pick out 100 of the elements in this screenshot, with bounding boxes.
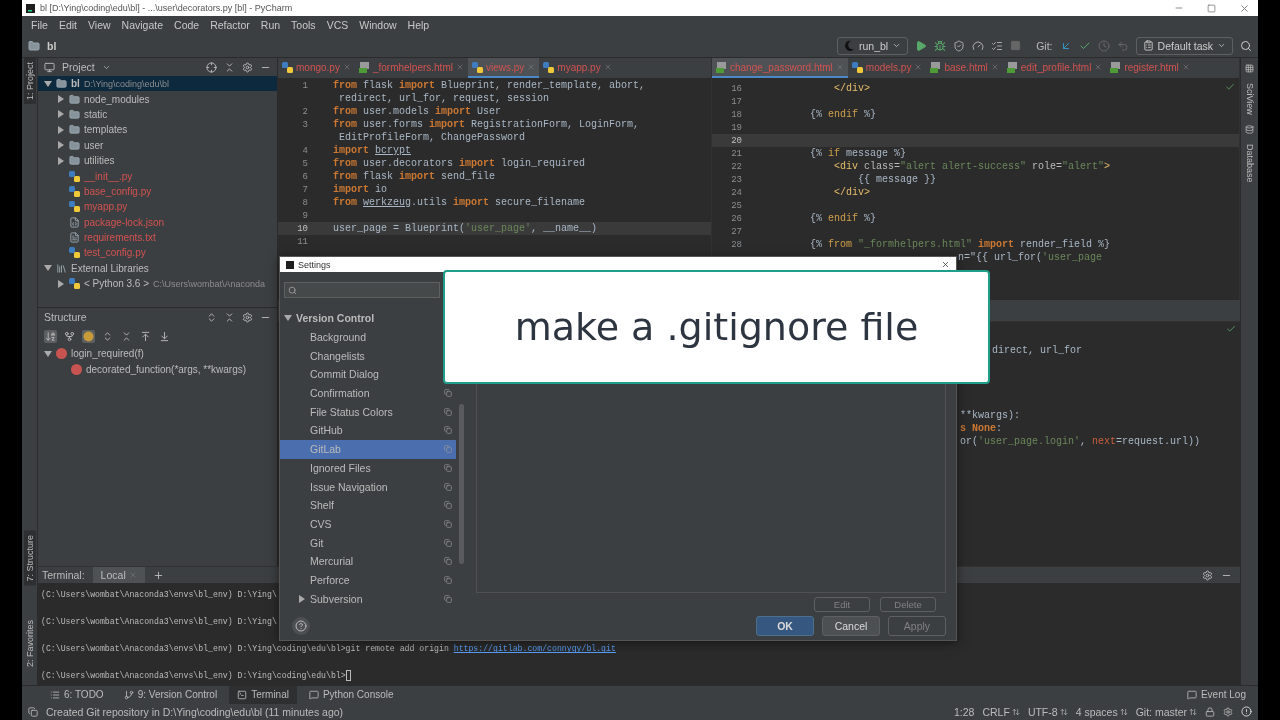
scrollbar[interactable] — [459, 404, 464, 564]
run-icon[interactable] — [915, 39, 928, 52]
expand-triangle-icon[interactable] — [298, 594, 306, 603]
expand-triangle-icon[interactable] — [57, 156, 65, 165]
sort-alpha-icon[interactable] — [44, 329, 57, 343]
expand-triangle-icon[interactable] — [44, 349, 52, 358]
tool-window-button[interactable]: Terminal — [229, 685, 297, 704]
menu-item[interactable]: Code — [169, 19, 205, 31]
dialog-button[interactable]: Cancel — [822, 616, 880, 636]
status-item[interactable]: Git: master — [1135, 705, 1197, 718]
status-item[interactable]: CRLF — [982, 705, 1020, 718]
settings-item[interactable]: Git — [280, 533, 456, 552]
settings-item[interactable]: Commit Dialog — [280, 365, 383, 384]
task-dropdown[interactable]: Default task — [1135, 36, 1233, 55]
settings-item[interactable]: Shelf — [280, 495, 456, 515]
menu-item[interactable]: Help — [402, 19, 435, 31]
terminal-tab[interactable]: Local — [92, 567, 145, 583]
tool-window-button[interactable]: 1: Project — [23, 58, 36, 105]
tool-window-button[interactable]: Database — [1244, 143, 1255, 183]
settings-item[interactable]: Mercurial — [280, 551, 456, 571]
tool-window-button[interactable]: 9: Version Control — [115, 685, 226, 704]
status-item[interactable]: 1:28 — [954, 705, 975, 718]
menu-item[interactable]: VCS — [321, 19, 354, 31]
menu-item[interactable]: Window — [354, 19, 402, 31]
menu-item[interactable]: Edit — [53, 19, 82, 31]
add-icon[interactable] — [152, 569, 164, 581]
panel-toggle-icon[interactable] — [28, 706, 38, 717]
menu-item[interactable]: Tools — [286, 19, 321, 31]
tool-window-button[interactable]: 6: TODO — [42, 685, 112, 704]
tool-window-button[interactable]: Python Console — [300, 685, 402, 704]
settings-item[interactable]: Background — [280, 327, 371, 347]
breadcrumb[interactable]: bl — [47, 39, 57, 52]
close-icon[interactable] — [1239, 2, 1250, 14]
tree-item[interactable]: utilities — [38, 152, 277, 169]
settings-item[interactable]: Perforce — [280, 570, 456, 590]
status-item[interactable]: 4 spaces — [1075, 705, 1128, 718]
menu-item[interactable]: Refactor — [205, 19, 255, 31]
expand-triangle-icon[interactable] — [44, 79, 52, 88]
collapse-icon[interactable] — [224, 311, 235, 323]
settings-item[interactable]: Confirmation — [280, 383, 456, 403]
menu-item[interactable]: File — [26, 19, 53, 31]
function-filter-icon[interactable] — [82, 329, 95, 343]
tool-window-button[interactable]: SciView — [1244, 83, 1255, 115]
settings-icon[interactable] — [1202, 569, 1213, 581]
tree-item[interactable]: bl D:\Ying\coding\edu\bl — [38, 76, 277, 92]
tool-window-button[interactable]: 2: Favorites — [23, 615, 36, 671]
settings-item[interactable]: Subversion — [280, 589, 456, 608]
debug-icon[interactable] — [934, 39, 947, 52]
expand-triangle-icon[interactable] — [57, 279, 65, 288]
settings-item[interactable]: Ignored Files — [280, 458, 456, 478]
settings-item[interactable]: Changelists — [280, 346, 369, 366]
expand-triangle-icon[interactable] — [57, 110, 65, 119]
app-icon — [286, 260, 294, 269]
coverage-icon[interactable] — [953, 39, 966, 52]
tree-item[interactable]: decorated_function(*args, **kwargs) — [38, 361, 277, 377]
maximize-icon[interactable] — [1207, 3, 1216, 13]
help-button[interactable] — [292, 617, 310, 635]
alert-icon[interactable] — [1241, 706, 1252, 717]
search-icon[interactable] — [1240, 39, 1252, 52]
tree-item[interactable]: static — [38, 106, 277, 123]
menu-item[interactable]: Navigate — [116, 19, 169, 31]
tree-item[interactable]: login_required(f) — [38, 346, 277, 362]
expand-triangle-icon[interactable] — [284, 314, 292, 323]
crosshair-icon[interactable] — [206, 61, 217, 73]
menu-item[interactable]: View — [83, 19, 116, 31]
settings-item[interactable]: Issue Navigation — [280, 477, 456, 496]
settings-item[interactable]: CVS — [280, 514, 456, 534]
expand-triangle-icon[interactable] — [57, 141, 65, 150]
panel-title[interactable]: Project — [62, 61, 95, 73]
gear-icon[interactable] — [1223, 706, 1233, 717]
tree-item[interactable]: user — [38, 137, 277, 153]
tool-window-button[interactable]: 7: Structure — [23, 531, 36, 586]
settings-icon[interactable] — [242, 311, 253, 323]
status-item[interactable]: UTF-8 — [1027, 705, 1068, 718]
list-icon[interactable] — [991, 39, 1004, 52]
expand-all-icon[interactable] — [206, 311, 217, 323]
settings-icon[interactable] — [242, 61, 253, 73]
settings-item[interactable]: GitHub — [280, 421, 456, 440]
scroll-down-icon[interactable] — [158, 329, 171, 343]
tree-item[interactable]: templates — [38, 122, 277, 138]
settings-category[interactable]: Version Control — [280, 309, 379, 328]
expand-triangle-icon[interactable] — [57, 95, 65, 104]
profile-icon[interactable] — [972, 39, 985, 52]
event-log-button[interactable]: Event Log — [1178, 685, 1254, 704]
expand-triangle-icon[interactable] — [44, 264, 52, 273]
tree-item[interactable]: External Libraries — [38, 260, 277, 277]
tree-item[interactable]: < Python 3.6 > C:\Users\wombat\Anaconda — [38, 276, 277, 292]
scroll-up-icon[interactable] — [139, 329, 152, 343]
close-icon[interactable] — [941, 260, 950, 269]
run-config-dropdown[interactable]: run_bl — [837, 36, 909, 55]
collapse-icon[interactable] — [224, 61, 235, 73]
expand-triangle-icon[interactable] — [57, 125, 65, 134]
fork-icon[interactable] — [63, 329, 76, 343]
dialog-button[interactable]: OK — [756, 616, 814, 636]
lock-icon[interactable] — [1205, 706, 1215, 717]
menu-item[interactable]: Run — [255, 19, 286, 31]
search-field[interactable] — [284, 282, 440, 298]
terminal-link[interactable]: https://gitlab.com/connygy/bl.git — [453, 644, 616, 654]
tree-item[interactable]: node_modules — [38, 91, 277, 107]
settings-item[interactable]: File Status Colors — [280, 402, 456, 422]
